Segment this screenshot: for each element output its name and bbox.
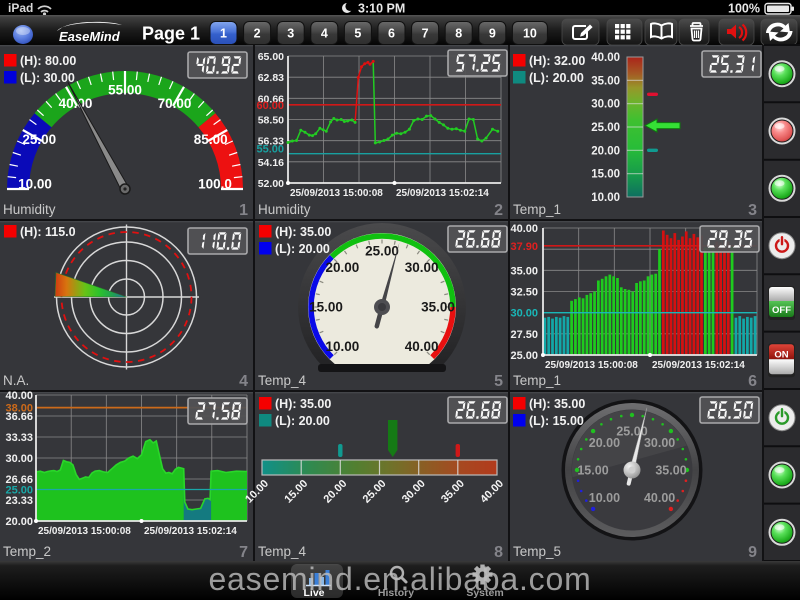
svg-text:9: 9 bbox=[748, 544, 757, 561]
svg-text:25/09/2013 15:02:14: 25/09/2013 15:02:14 bbox=[652, 360, 745, 371]
svg-text:OFF: OFF bbox=[772, 305, 791, 316]
svg-text:30.00: 30.00 bbox=[510, 308, 538, 320]
svg-text:iPad: iPad bbox=[8, 1, 33, 15]
svg-text:37.90: 37.90 bbox=[510, 241, 538, 253]
svg-text:25/09/2013 15:00:08: 25/09/2013 15:00:08 bbox=[290, 188, 383, 199]
svg-text:Temp_1: Temp_1 bbox=[513, 202, 561, 217]
svg-text:25/09/2013 15:02:14: 25/09/2013 15:02:14 bbox=[144, 526, 237, 537]
svg-text:Humidity: Humidity bbox=[3, 202, 56, 217]
svg-text:9: 9 bbox=[489, 27, 496, 41]
svg-text:6: 6 bbox=[748, 373, 757, 390]
svg-text:10.00: 10.00 bbox=[18, 177, 52, 192]
svg-text:1: 1 bbox=[239, 202, 248, 219]
svg-text:60.00: 60.00 bbox=[256, 100, 284, 112]
svg-text:35.00: 35.00 bbox=[510, 265, 538, 277]
svg-text:30.00: 30.00 bbox=[591, 99, 620, 111]
svg-text:40.00: 40.00 bbox=[510, 223, 538, 235]
svg-text:100%: 100% bbox=[728, 2, 760, 16]
svg-text:(H): 80.00: (H): 80.00 bbox=[20, 54, 76, 68]
svg-text:Temp_1: Temp_1 bbox=[513, 373, 561, 388]
svg-text:3: 3 bbox=[287, 27, 294, 41]
svg-text:55.00: 55.00 bbox=[108, 83, 142, 98]
svg-text:8: 8 bbox=[455, 27, 462, 41]
svg-text:15.00: 15.00 bbox=[591, 169, 620, 181]
svg-text:32.50: 32.50 bbox=[510, 287, 538, 299]
svg-text:20.00: 20.00 bbox=[591, 145, 620, 157]
svg-text:Temp_5: Temp_5 bbox=[513, 544, 561, 559]
svg-text:40.00: 40.00 bbox=[591, 52, 620, 64]
svg-text:20.00: 20.00 bbox=[326, 260, 360, 275]
svg-text:10.00: 10.00 bbox=[591, 192, 620, 204]
svg-text:23.33: 23.33 bbox=[5, 495, 33, 507]
svg-text:easemind.en.alibaba.com: easemind.en.alibaba.com bbox=[208, 561, 591, 597]
svg-text:Temp_4: Temp_4 bbox=[258, 544, 307, 559]
svg-text:5: 5 bbox=[354, 27, 361, 41]
svg-text:(H): 32.00: (H): 32.00 bbox=[529, 54, 585, 68]
svg-text:40.00: 40.00 bbox=[5, 390, 33, 402]
svg-text:(H): 115.0: (H): 115.0 bbox=[20, 225, 76, 239]
svg-text:(L): 15.00: (L): 15.00 bbox=[529, 414, 584, 428]
svg-text:25/09/2013 15:00:08: 25/09/2013 15:00:08 bbox=[38, 526, 131, 537]
svg-text:25/09/2013 15:02:14: 25/09/2013 15:02:14 bbox=[396, 188, 489, 199]
svg-text:54.16: 54.16 bbox=[258, 157, 284, 169]
svg-text:30.00: 30.00 bbox=[5, 453, 33, 465]
svg-text:Temp_4: Temp_4 bbox=[258, 373, 307, 388]
svg-text:25.00: 25.00 bbox=[591, 122, 620, 134]
svg-text:52.00: 52.00 bbox=[258, 178, 284, 190]
svg-text:40.00: 40.00 bbox=[644, 491, 675, 505]
svg-text:ON: ON bbox=[774, 349, 788, 360]
svg-text:8: 8 bbox=[494, 544, 503, 561]
svg-text:25.00: 25.00 bbox=[365, 244, 399, 259]
svg-text:7: 7 bbox=[422, 27, 429, 41]
svg-text:100.0: 100.0 bbox=[198, 177, 232, 192]
svg-text:25.00: 25.00 bbox=[510, 350, 538, 362]
svg-text:2: 2 bbox=[254, 27, 261, 41]
svg-text:85.00: 85.00 bbox=[194, 132, 228, 147]
svg-text:35.00: 35.00 bbox=[655, 464, 686, 478]
svg-text:35.00: 35.00 bbox=[421, 300, 455, 315]
svg-text:(H): 35.00: (H): 35.00 bbox=[275, 397, 331, 411]
svg-text:10.00: 10.00 bbox=[326, 339, 360, 354]
svg-text:65.00: 65.00 bbox=[258, 51, 284, 63]
svg-text:30.00: 30.00 bbox=[405, 260, 439, 275]
svg-text:10: 10 bbox=[523, 27, 537, 41]
svg-text:27.50: 27.50 bbox=[510, 329, 538, 341]
svg-text:25/09/2013 15:00:08: 25/09/2013 15:00:08 bbox=[545, 360, 638, 371]
svg-text:10.00: 10.00 bbox=[589, 491, 620, 505]
svg-text:(L): 20.00: (L): 20.00 bbox=[275, 414, 330, 428]
svg-text:5: 5 bbox=[494, 373, 503, 390]
svg-text:15.00: 15.00 bbox=[577, 464, 608, 478]
svg-text:Humidity: Humidity bbox=[258, 202, 311, 217]
svg-text:(L): 20.00: (L): 20.00 bbox=[275, 242, 330, 256]
svg-text:4: 4 bbox=[321, 27, 328, 41]
svg-text:7: 7 bbox=[239, 544, 248, 561]
svg-text:Page 1: Page 1 bbox=[142, 24, 200, 44]
svg-text:4: 4 bbox=[239, 373, 248, 390]
svg-text:62.83: 62.83 bbox=[258, 72, 284, 84]
svg-text:20.00: 20.00 bbox=[5, 516, 33, 528]
svg-text:EaseMind: EaseMind bbox=[59, 29, 121, 44]
svg-text:33.33: 33.33 bbox=[5, 432, 33, 444]
svg-text:(L): 30.00: (L): 30.00 bbox=[20, 71, 75, 85]
svg-text:3:10 PM: 3:10 PM bbox=[358, 2, 405, 16]
svg-text:Temp_2: Temp_2 bbox=[3, 544, 51, 559]
svg-text:70.00: 70.00 bbox=[158, 96, 192, 111]
svg-text:(H): 35.00: (H): 35.00 bbox=[529, 397, 585, 411]
svg-text:40.00: 40.00 bbox=[405, 339, 439, 354]
svg-text:30.00: 30.00 bbox=[644, 436, 675, 450]
svg-text:6: 6 bbox=[388, 27, 395, 41]
svg-text:36.66: 36.66 bbox=[5, 411, 33, 423]
svg-text:35.00: 35.00 bbox=[591, 75, 620, 87]
svg-text:(L): 20.00: (L): 20.00 bbox=[529, 71, 584, 85]
svg-text:1: 1 bbox=[220, 27, 227, 41]
svg-text:25.00: 25.00 bbox=[22, 132, 56, 147]
svg-text:3: 3 bbox=[748, 202, 757, 219]
svg-text:58.50: 58.50 bbox=[258, 115, 284, 127]
svg-text:2: 2 bbox=[494, 202, 503, 219]
svg-text:(H): 35.00: (H): 35.00 bbox=[275, 225, 331, 239]
svg-text:N.A.: N.A. bbox=[3, 373, 29, 388]
svg-text:55.00: 55.00 bbox=[256, 144, 284, 156]
svg-text:15.00: 15.00 bbox=[309, 300, 343, 315]
